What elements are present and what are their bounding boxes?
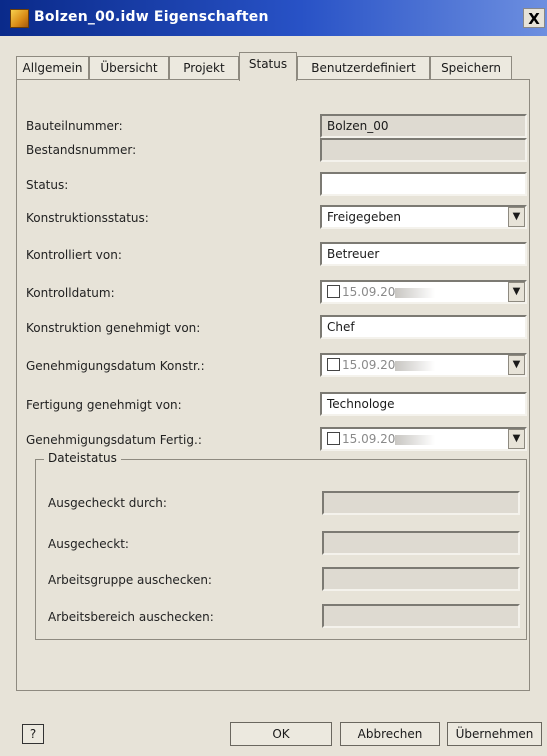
tab-projekt[interactable]: Projekt bbox=[169, 56, 239, 80]
bauteilnummer-field: Bolzen_00 bbox=[320, 114, 527, 138]
arbeitsbereich-field bbox=[322, 604, 520, 628]
konstruktionsstatus-label: Konstruktionsstatus: bbox=[26, 211, 149, 225]
cancel-button[interactable]: Abbrechen bbox=[340, 722, 440, 746]
genehmigungsdatum-konstr-value: 15.09.20 bbox=[342, 358, 396, 372]
kontrolldatum-picker[interactable]: 15.09.20 ▼ bbox=[320, 280, 527, 304]
ok-button[interactable]: OK bbox=[230, 722, 332, 746]
tab-benutzerdefiniert[interactable]: Benutzerdefiniert bbox=[297, 56, 430, 80]
arbeitsgruppe-label: Arbeitsgruppe auschecken: bbox=[48, 573, 212, 587]
bestandsnummer-field bbox=[320, 138, 527, 162]
ausgecheckt-durch-label: Ausgecheckt durch: bbox=[48, 496, 167, 510]
konstruktionsstatus-select[interactable]: Freigegeben ▼ bbox=[320, 205, 527, 229]
help-button[interactable]: ? bbox=[22, 724, 44, 744]
status-input[interactable] bbox=[320, 172, 527, 196]
konstruktion-genehmigt-value: Chef bbox=[327, 320, 355, 334]
redacted-mark bbox=[395, 360, 436, 371]
kontrolliert-von-value: Betreuer bbox=[327, 247, 380, 261]
konstruktion-genehmigt-label: Konstruktion genehmigt von: bbox=[26, 321, 201, 335]
status-label: Status: bbox=[26, 178, 69, 192]
close-button[interactable]: X bbox=[523, 8, 545, 28]
kontrolliert-von-input[interactable]: Betreuer bbox=[320, 242, 527, 266]
fertigung-genehmigt-label: Fertigung genehmigt von: bbox=[26, 398, 182, 412]
bestandsnummer-label: Bestandsnummer: bbox=[26, 143, 137, 157]
redacted-mark bbox=[395, 434, 436, 445]
ausgecheckt-durch-field bbox=[322, 491, 520, 515]
genehmigungsdatum-konstr-checkbox[interactable] bbox=[327, 358, 340, 371]
genehmigungsdatum-konstr-label: Genehmigungsdatum Konstr.: bbox=[26, 359, 205, 373]
chevron-down-icon[interactable]: ▼ bbox=[508, 207, 525, 227]
chevron-down-icon[interactable]: ▼ bbox=[508, 429, 525, 449]
kontrolliert-von-label: Kontrolliert von: bbox=[26, 248, 122, 262]
tab-speichern[interactable]: Speichern bbox=[430, 56, 512, 80]
kontrolldatum-value: 15.09.20 bbox=[342, 285, 396, 299]
apply-button[interactable]: Übernehmen bbox=[447, 722, 542, 746]
bauteilnummer-label: Bauteilnummer: bbox=[26, 119, 123, 133]
app-icon bbox=[10, 9, 29, 28]
tab-status[interactable]: Status bbox=[239, 52, 297, 81]
konstruktionsstatus-value: Freigegeben bbox=[327, 210, 402, 224]
arbeitsbereich-label: Arbeitsbereich auschecken: bbox=[48, 610, 214, 624]
arbeitsgruppe-field bbox=[322, 567, 520, 591]
redacted-mark bbox=[395, 287, 436, 298]
genehmigungsdatum-fertig-checkbox[interactable] bbox=[327, 432, 340, 445]
genehmigungsdatum-fertig-value: 15.09.20 bbox=[342, 432, 396, 446]
genehmigungsdatum-konstr-picker[interactable]: 15.09.20 ▼ bbox=[320, 353, 527, 377]
chevron-down-icon[interactable]: ▼ bbox=[508, 355, 525, 375]
tab-allgemein[interactable]: Allgemein bbox=[16, 56, 89, 80]
title-bar: Bolzen_00.idw Eigenschaften X bbox=[0, 0, 547, 36]
ausgecheckt-field bbox=[322, 531, 520, 555]
fertigung-genehmigt-value: Technologe bbox=[327, 397, 395, 411]
genehmigungsdatum-fertig-label: Genehmigungsdatum Fertig.: bbox=[26, 433, 202, 447]
kontrolldatum-label: Kontrolldatum: bbox=[26, 286, 115, 300]
dateistatus-legend: Dateistatus bbox=[44, 451, 121, 465]
bauteilnummer-value: Bolzen_00 bbox=[327, 119, 389, 133]
chevron-down-icon[interactable]: ▼ bbox=[508, 282, 525, 302]
window-title: Bolzen_00.idw Eigenschaften bbox=[34, 9, 269, 25]
tab-uebersicht[interactable]: Übersicht bbox=[89, 56, 169, 80]
kontrolldatum-checkbox[interactable] bbox=[327, 285, 340, 298]
genehmigungsdatum-fertig-picker[interactable]: 15.09.20 ▼ bbox=[320, 427, 527, 451]
ausgecheckt-label: Ausgecheckt: bbox=[48, 537, 129, 551]
fertigung-genehmigt-input[interactable]: Technologe bbox=[320, 392, 527, 416]
konstruktion-genehmigt-input[interactable]: Chef bbox=[320, 315, 527, 339]
